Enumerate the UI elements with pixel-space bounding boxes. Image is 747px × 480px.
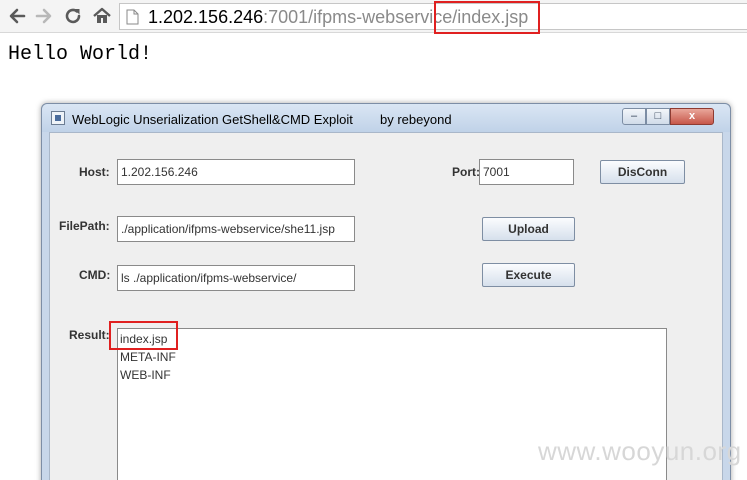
address-bar[interactable]: 1.202.156.246:7001/ifpms-webservice/inde… [119, 3, 747, 30]
host-input[interactable] [117, 159, 355, 185]
window-author: by rebeyond [380, 112, 452, 127]
home-icon[interactable] [91, 5, 113, 27]
page-icon [126, 9, 139, 25]
result-line: WEB-INF [120, 368, 171, 382]
port-input[interactable] [479, 159, 574, 185]
back-icon[interactable] [6, 5, 28, 27]
watermark: www.wooyun.org [538, 436, 742, 466]
host-label: Host: [79, 165, 110, 179]
result-line: META-INF [120, 350, 176, 364]
java-app-icon [51, 111, 65, 125]
disconnect-button[interactable]: DisConn [600, 160, 685, 184]
forward-icon[interactable] [33, 5, 55, 27]
cmd-input[interactable] [117, 265, 355, 291]
browser-toolbar: 1.202.156.246:7001/ifpms-webservice/inde… [0, 0, 747, 33]
url-highlight-box [434, 1, 540, 34]
cmd-label: CMD: [79, 268, 111, 282]
upload-button[interactable]: Upload [482, 217, 575, 241]
page-body-text: Hello World! [8, 43, 153, 66]
result-label: Result: [69, 328, 110, 342]
filepath-input[interactable] [117, 216, 355, 242]
close-button[interactable]: x [670, 108, 714, 125]
maximize-button[interactable]: □ [646, 108, 670, 125]
window-title-bar[interactable]: WebLogic Unserialization GetShell&CMD Ex… [42, 104, 730, 132]
minimize-button[interactable]: – [622, 108, 646, 125]
window-title: WebLogic Unserialization GetShell&CMD Ex… [72, 112, 353, 127]
url-host: 1.202.156.246 [148, 7, 264, 27]
filepath-label: FilePath: [59, 219, 110, 233]
port-label: Port: [452, 165, 480, 179]
result-highlight-box [109, 321, 178, 350]
reload-icon[interactable] [62, 5, 84, 27]
execute-button[interactable]: Execute [482, 263, 575, 287]
